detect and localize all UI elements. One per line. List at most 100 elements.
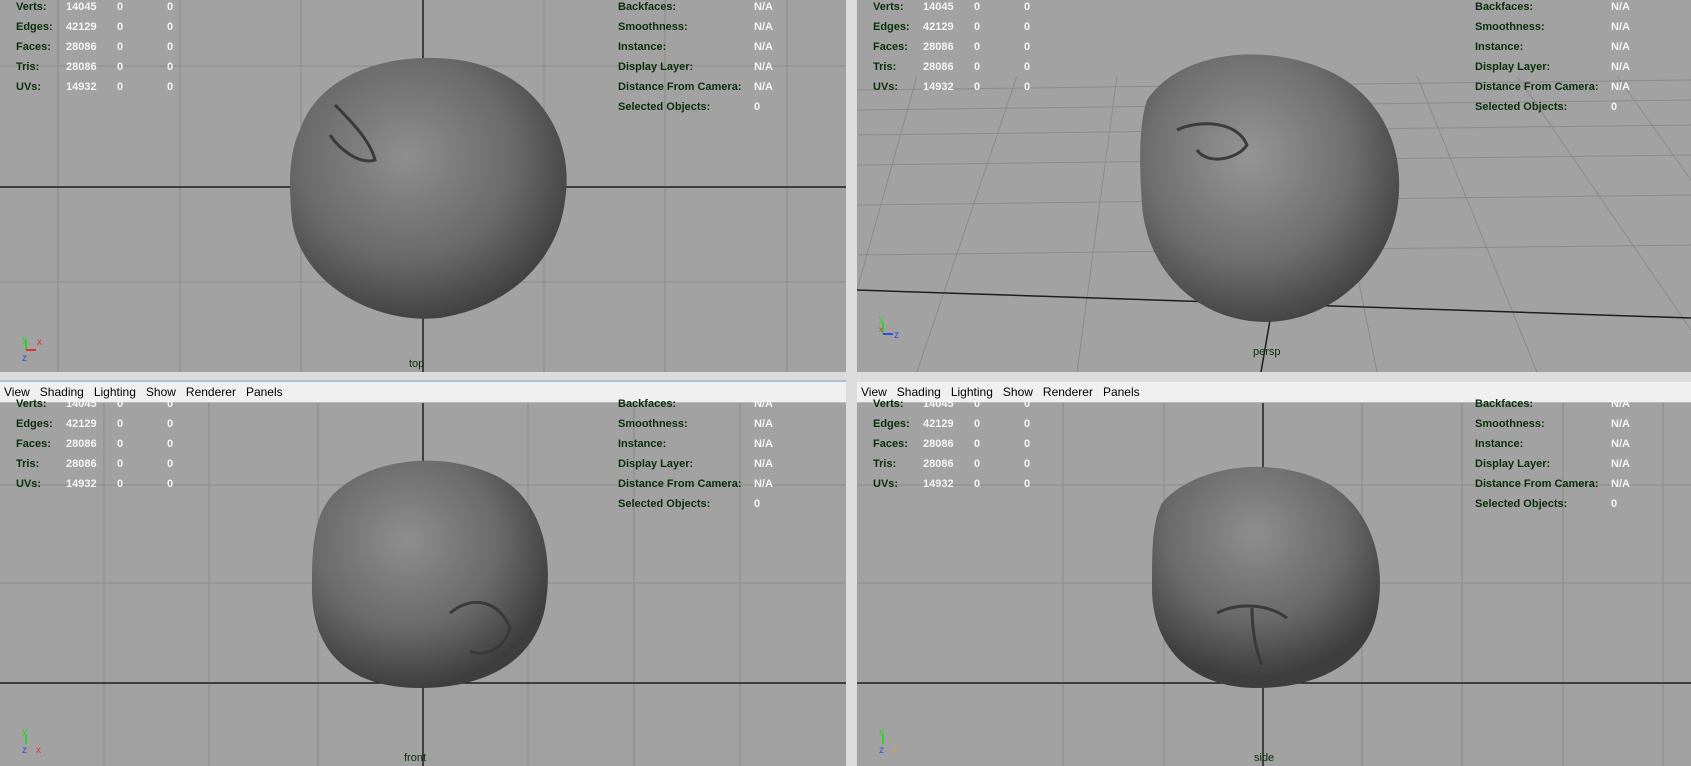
hud-label: Display Layer: [1475, 458, 1551, 470]
hud-row: Selected Objects: 0 [618, 97, 773, 117]
menu-renderer[interactable]: Renderer [1043, 385, 1093, 399]
hud-value: 0 [974, 41, 981, 53]
hud-label: Selected Objects: [1475, 101, 1568, 113]
hud-label: Verts: [16, 1, 47, 13]
hud-row: Faces: 28086 0 0 [16, 434, 187, 454]
hud-label: Faces: [16, 41, 51, 53]
hud-value: 0 [117, 61, 124, 73]
svg-text:z: z [22, 745, 27, 756]
hud-object-info: Backfaces: N/A Smoothness: N/A Instance: N/A D… [1475, 394, 1630, 514]
hud-value: 0 [1024, 438, 1031, 450]
hud-value: N/A [754, 418, 773, 430]
hud-label: Edges: [16, 418, 53, 430]
hud-value: 0 [167, 1, 174, 13]
hud-value: 28086 [66, 458, 97, 470]
hud-label: Faces: [873, 41, 908, 53]
hud-row: Tris: 28086 0 0 [873, 454, 1044, 474]
hud-value: 0 [754, 101, 761, 113]
hud-value: 28086 [923, 61, 954, 73]
hud-label: Edges: [873, 21, 910, 33]
hud-row: Backfaces: N/A [1475, 394, 1630, 414]
hud-label: Backfaces: [618, 1, 677, 13]
camera-label: top [409, 358, 425, 370]
hud-label: Instance: [1475, 438, 1524, 450]
hud-object-info: Backfaces: N/A Smoothness: N/A Instance: N/A D… [618, 394, 773, 514]
hud-row: Distance From Camera: N/A [618, 77, 773, 97]
svg-text:x: x [36, 745, 41, 756]
hud-row: Backfaces: N/A [618, 0, 773, 17]
hud-value: 0 [167, 21, 174, 33]
hud-label: UVs: [873, 81, 899, 93]
mesh-object [311, 460, 548, 688]
hud-label: Distance From Camera: [618, 81, 742, 93]
hud-value: 0 [1024, 418, 1031, 430]
hud-label: UVs: [16, 478, 42, 490]
hud-row: Backfaces: N/A [1475, 0, 1630, 17]
svg-text:y: y [22, 334, 27, 345]
axis-gizmo: y z x [22, 726, 41, 756]
hud-label: Smoothness: [618, 418, 688, 430]
hud-poly-count: Verts: 14045 0 0 Edges: 42129 0 0 Faces: 28086 0 0 T… [16, 0, 187, 97]
hud-row: Selected Objects: 0 [618, 494, 773, 514]
hud-value: 0 [1024, 61, 1031, 73]
hud-value: 0 [117, 418, 124, 430]
hud-row: Tris: 28086 0 0 [873, 57, 1044, 77]
viewport-top[interactable]: Verts: 14045 0 0 Edges: 42129 0 0 Faces: 28086 0 0 T… [0, 0, 846, 372]
hud-value: 14045 [923, 398, 954, 410]
hud-label: Tris: [16, 458, 40, 470]
hud-row: Backfaces: N/A [618, 394, 773, 414]
camera-label: persp [1253, 346, 1281, 358]
hud-label: Display Layer: [1475, 61, 1551, 73]
hud-value: 0 [117, 438, 124, 450]
hud-value: 0 [1024, 41, 1031, 53]
hud-value: 14932 [66, 478, 97, 490]
hud-value: 0 [1024, 81, 1031, 93]
hud-value: 14045 [923, 1, 954, 13]
hud-value: 0 [974, 458, 981, 470]
hud-value: 0 [117, 81, 124, 93]
hud-label: Verts: [873, 398, 904, 410]
svg-text:y: y [879, 726, 884, 737]
viewport-persp[interactable]: Verts: 14045 0 0 Edges: 42129 0 0 Faces: 28086 0 0 T… [857, 0, 1691, 372]
hud-poly-count: Verts: 14045 0 0 Edges: 42129 0 0 Faces: 28086 0 0 T… [16, 394, 187, 494]
hud-value: 28086 [923, 458, 954, 470]
hud-value: 0 [167, 478, 174, 490]
axis-gizmo: y z x [879, 726, 898, 756]
hud-row: Edges: 42129 0 0 [16, 414, 187, 434]
svg-text:x: x [879, 325, 883, 334]
hud-label: Tris: [873, 61, 897, 73]
hud-row: Verts: 14045 0 0 [873, 0, 1044, 17]
viewport-front[interactable]: View Shading Lighting Show Renderer Pane… [0, 382, 846, 766]
hud-row: Distance From Camera: N/A [1475, 474, 1630, 494]
hud-row: Verts: 14045 0 0 [16, 394, 187, 414]
hud-value: N/A [754, 478, 773, 490]
hud-poly-count: Verts: 14045 0 0 Edges: 42129 0 0 Faces: 28086 0 0 T… [873, 394, 1044, 494]
hud-row: UVs: 14932 0 0 [16, 474, 187, 494]
hud-row: Selected Objects: 0 [1475, 494, 1630, 514]
hud-value: 0 [1024, 1, 1031, 13]
hud-label: Selected Objects: [618, 498, 711, 510]
hud-value: N/A [754, 458, 773, 470]
hud-value: 0 [1024, 21, 1031, 33]
viewport-side[interactable]: View Shading Lighting Show Renderer Pane… [857, 382, 1691, 766]
hud-value: 0 [117, 478, 124, 490]
hud-label: Selected Objects: [618, 101, 711, 113]
menu-panels[interactable]: Panels [246, 385, 283, 399]
hud-label: Faces: [16, 438, 51, 450]
hud-label: Verts: [873, 1, 904, 13]
axis-gizmo: y x z [22, 334, 42, 362]
hud-row: Smoothness: N/A [618, 414, 773, 434]
hud-value: N/A [754, 398, 773, 410]
hud-row: Edges: 42129 0 0 [873, 414, 1044, 434]
mesh-object [1140, 54, 1400, 323]
hud-value: N/A [1611, 438, 1630, 450]
hud-value: 0 [167, 81, 174, 93]
svg-text:z: z [22, 353, 27, 362]
menu-renderer[interactable]: Renderer [186, 385, 236, 399]
menu-panels[interactable]: Panels [1103, 385, 1140, 399]
hud-label: Faces: [873, 438, 908, 450]
hud-row: Instance: N/A [1475, 37, 1630, 57]
hud-value: 0 [974, 1, 981, 13]
hud-row: Smoothness: N/A [618, 17, 773, 37]
hud-label: Backfaces: [1475, 1, 1534, 13]
